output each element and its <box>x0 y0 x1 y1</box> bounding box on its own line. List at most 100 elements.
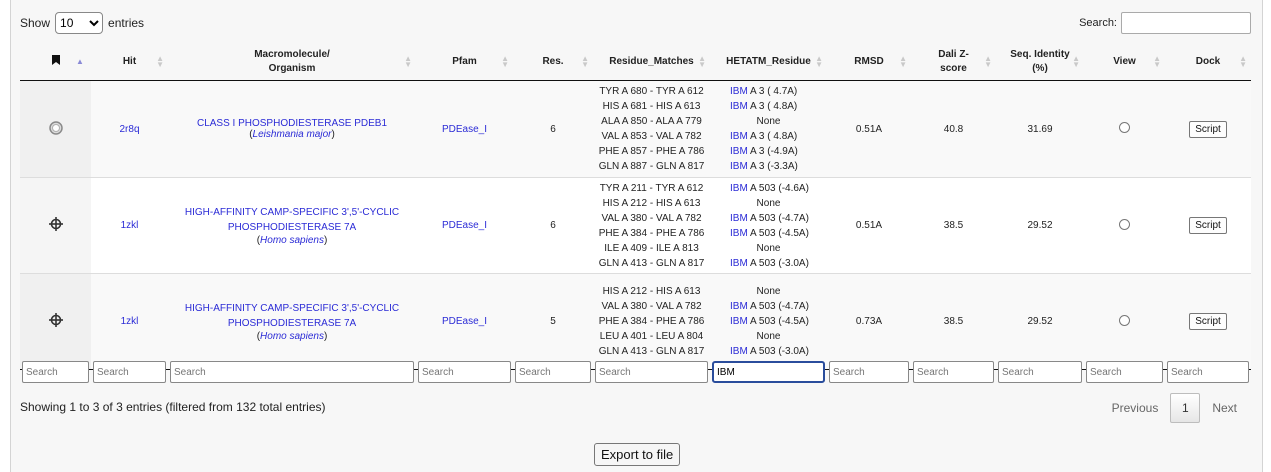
previous-button[interactable]: Previous <box>1100 401 1171 415</box>
hetatm-link[interactable]: IBM <box>730 86 748 97</box>
hetatm-entry: None <box>712 329 825 344</box>
residue-match: PHE A 857 - PHE A 786 <box>598 146 705 157</box>
view-radio[interactable] <box>1119 218 1130 230</box>
filter-input[interactable] <box>998 361 1082 383</box>
export-button[interactable]: Export to file <box>594 443 681 466</box>
macromolecule-cell: HIGH-AFFINITY CAMP-SPECIFIC 3',5'-CYCLIC… <box>168 177 416 274</box>
residue-match: PHE A 384 - PHE A 786 <box>598 227 705 239</box>
organism-link[interactable]: Leishmania major <box>253 129 332 140</box>
col-zscore[interactable]: Dali Z-score ▲ ▼ <box>911 44 996 81</box>
organism-link[interactable]: Homo sapiens <box>260 235 324 246</box>
next-button[interactable]: Next <box>1200 401 1249 415</box>
filter-input[interactable] <box>515 361 591 383</box>
filter-input[interactable] <box>418 361 511 383</box>
hit-cell: 1zkl <box>91 177 168 274</box>
residue-match: HIS A 212 - HIS A 613 <box>602 286 701 297</box>
hetatm-link[interactable]: IBM <box>730 146 748 157</box>
hetatm-link[interactable]: IBM <box>730 346 748 357</box>
res-cell: 5 <box>513 273 593 370</box>
hetatm-link[interactable]: IBM <box>730 301 748 312</box>
entries-label: entries <box>108 16 145 30</box>
col-res[interactable]: Res. ▲ ▼ <box>513 44 593 81</box>
sort-icon: ▲ ▼ <box>404 54 412 69</box>
col-residue-matches[interactable]: Residue_Matches ▲ ▼ <box>593 44 710 81</box>
hetatm-link[interactable]: IBM <box>730 316 748 327</box>
hetatm-link[interactable]: IBM <box>730 258 748 269</box>
residue-match: GLN A 413 - GLN A 817 <box>598 346 705 357</box>
hetatm-link[interactable]: IBM <box>730 183 748 194</box>
pfam-link[interactable]: PDEase_I <box>442 124 487 135</box>
hetatm-link[interactable]: IBM <box>730 101 748 112</box>
dock-cell: Script <box>1165 273 1251 370</box>
hetatm-entry: IBM A 3 ( 4.7A) <box>712 84 825 99</box>
filter-input[interactable] <box>829 361 909 383</box>
hetatm-detail: A 3 ( 4.7A) <box>750 86 798 97</box>
macromolecule-cell: HIGH-AFFINITY CAMP-SPECIFIC 3',5'-CYCLIC… <box>168 273 416 370</box>
filter-input[interactable] <box>1086 361 1163 383</box>
filter-input[interactable] <box>913 361 994 383</box>
global-search-input[interactable] <box>1121 12 1251 34</box>
pagination: Previous 1 Next <box>1100 393 1249 423</box>
hetatm-detail: A 3 (-4.9A) <box>750 146 798 157</box>
entries-select[interactable]: 10 <box>55 12 104 34</box>
col-macromolecule[interactable]: Macromolecule/ Organism ▲ ▼ <box>168 44 416 81</box>
pfam-link[interactable]: PDEase_I <box>442 220 487 231</box>
residue-match: ILE A 409 - ILE A 813 <box>604 242 699 254</box>
col-hetatm[interactable]: HETATM_Residue ▲ ▼ <box>710 44 827 81</box>
view-cell <box>1084 273 1165 370</box>
hetatm-link[interactable]: IBM <box>730 161 748 172</box>
hit-link[interactable]: 1zkl <box>121 220 139 231</box>
filter-input[interactable] <box>22 361 89 383</box>
script-button[interactable]: Script <box>1189 313 1227 330</box>
residue-match: GLN A 413 - GLN A 817 <box>598 257 705 269</box>
row-icon-cell <box>20 80 91 178</box>
hetatm-entry: IBM A 503 (-4.5A) <box>712 226 825 241</box>
hetatm-detail: A 3 ( 4.8A) <box>750 101 798 112</box>
pfam-link[interactable]: PDEase_I <box>442 316 487 327</box>
col-zscore-label: Dali Z-score <box>938 49 969 74</box>
residue-match: GLN A 887 - GLN A 817 <box>598 161 705 172</box>
col-residue-matches-label: Residue_Matches <box>609 56 694 67</box>
page-length-control: Show 10 entries <box>20 12 144 34</box>
col-hit[interactable]: Hit ▲ ▼ <box>91 44 168 81</box>
col-identity[interactable]: Seq. Identity (%) ▲ ▼ <box>996 44 1084 81</box>
hetatm-link[interactable]: IBM <box>730 228 748 239</box>
col-bookmark[interactable]: ▲ <box>20 44 91 81</box>
view-radio[interactable] <box>1119 314 1130 326</box>
hetatm-link[interactable]: IBM <box>730 213 748 224</box>
hetatm-link[interactable]: IBM <box>730 131 748 142</box>
hit-link[interactable]: 1zkl <box>121 316 139 327</box>
filter-input[interactable] <box>595 361 708 383</box>
filter-input-hetatm[interactable] <box>712 361 825 383</box>
col-view[interactable]: View ▲ ▼ <box>1084 44 1165 81</box>
col-hit-label: Hit <box>122 56 137 67</box>
macromolecule-link[interactable]: HIGH-AFFINITY CAMP-SPECIFIC 3',5'-CYCLIC… <box>177 301 407 331</box>
script-button[interactable]: Script <box>1189 120 1227 138</box>
hetatm-detail: A 503 (-4.6A) <box>750 182 809 194</box>
col-dock[interactable]: Dock ▲ ▼ <box>1165 44 1251 81</box>
hit-link[interactable]: 2r8q <box>119 124 139 135</box>
page-1-button[interactable]: 1 <box>1170 393 1201 423</box>
macromolecule-link[interactable]: CLASS I PHOSPHODIESTERASE PDEB1 <box>197 118 387 129</box>
col-pfam[interactable]: Pfam ▲ ▼ <box>416 44 513 81</box>
col-rmsd[interactable]: RMSD ▲ ▼ <box>827 44 911 81</box>
crosshair-icon <box>48 313 63 327</box>
macromolecule-link[interactable]: HIGH-AFFINITY CAMP-SPECIFIC 3',5'-CYCLIC… <box>177 205 407 235</box>
hetatm-entry: None <box>712 196 825 211</box>
filter-input[interactable] <box>93 361 166 383</box>
sort-icon: ▲ ▼ <box>501 54 509 69</box>
view-radio[interactable] <box>1119 122 1130 133</box>
residue-match: HIS A 212 - HIS A 613 <box>602 197 701 209</box>
organism-link[interactable]: Homo sapiens <box>260 331 324 342</box>
sort-icon: ▲ ▼ <box>984 54 992 69</box>
column-filters <box>20 359 1251 385</box>
col-pfam-label: Pfam <box>452 56 477 67</box>
filter-input[interactable] <box>1167 361 1249 383</box>
residue-match: VAL A 853 - VAL A 782 <box>601 131 702 142</box>
script-button[interactable]: Script <box>1189 217 1227 234</box>
show-label: Show <box>20 16 51 30</box>
table-row: 1zkl HIGH-AFFINITY CAMP-SPECIFIC 3',5'-C… <box>20 177 1251 274</box>
view-cell <box>1084 80 1165 178</box>
filter-input[interactable] <box>170 361 414 383</box>
residue-match: PHE A 384 - PHE A 786 <box>598 316 705 327</box>
